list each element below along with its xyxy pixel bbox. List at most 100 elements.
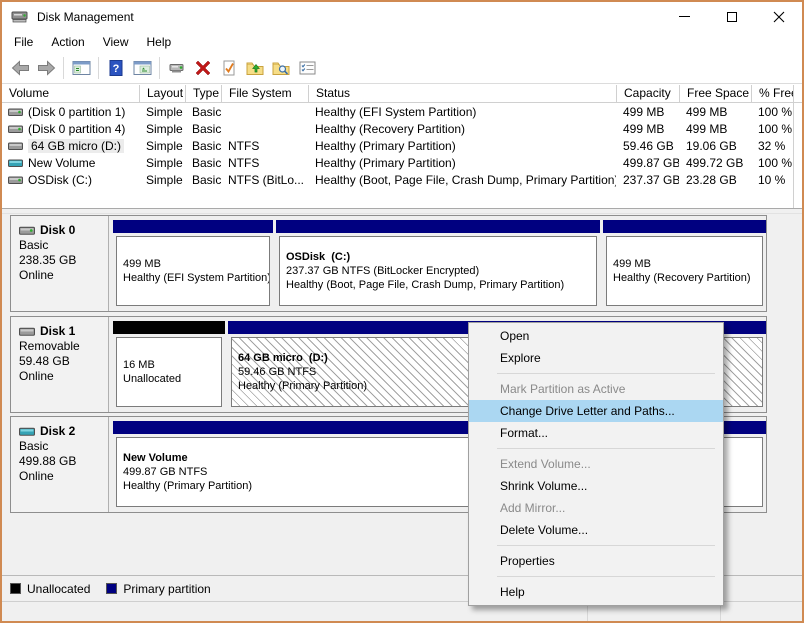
show-console-tree-button[interactable] <box>68 55 94 80</box>
capacity-cell: 237.37 GB <box>623 172 679 187</box>
help-icon: ? <box>109 59 123 76</box>
menu-item-delete-volume[interactable]: Delete Volume... <box>469 519 723 541</box>
volume-cell: New Volume <box>2 156 139 170</box>
menu-item-add-mirror: Add Mirror... <box>500 501 566 515</box>
minimize-button[interactable] <box>661 2 708 31</box>
partition-unallocated[interactable]: 16 MB Unallocated <box>113 321 225 408</box>
menu-item-help[interactable]: Help <box>469 581 723 603</box>
disk-size: 499.88 GB <box>19 454 77 468</box>
back-button[interactable] <box>7 55 33 80</box>
column-header-file-system[interactable]: File System <box>221 85 308 103</box>
partition-status: Healthy (EFI System Partition) <box>123 272 270 284</box>
column-header-free[interactable]: % Free <box>751 85 793 103</box>
table-row[interactable]: New Volume Simple Basic NTFS Healthy (Primar… <box>2 154 802 171</box>
delete-volume-button[interactable] <box>190 55 216 80</box>
toolbar-separator <box>159 56 160 79</box>
legend-swatch <box>106 583 118 594</box>
table-row[interactable]: (Disk 0 partition 4) Simple Basic Healthy (… <box>2 120 802 137</box>
legend-swatch <box>10 583 21 594</box>
menu-item-change-drive-letter-and-paths[interactable]: Change Drive Letter and Paths... <box>469 400 723 422</box>
menu-help[interactable]: Help <box>138 33 181 51</box>
status-cell: Healthy (EFI System Partition) <box>315 104 477 119</box>
column-header-layout[interactable]: Layout <box>139 85 185 103</box>
free-space-cell: 499 MB <box>686 121 728 136</box>
disk-management-app-icon <box>11 11 28 22</box>
table-end-divider <box>793 85 794 208</box>
disk-label-panel[interactable]: Disk 0 Basic 238.35 GB Online <box>11 216 109 311</box>
menu-separator <box>497 545 715 546</box>
table-row[interactable]: 64 GB micro (D:) Simple Basic NTFS Healthy (… <box>2 137 802 154</box>
disk-state: Online <box>19 369 54 383</box>
status-cell: Healthy (Recovery Partition) <box>315 121 466 136</box>
file-system-cell: NTFS <box>228 155 260 170</box>
status-cell: Healthy (Primary Partition) <box>315 138 456 153</box>
menu-separator <box>497 373 715 374</box>
window-controls <box>661 2 802 31</box>
disk-label-panel[interactable]: Disk 2 Basic 499.88 GB Online <box>11 417 109 512</box>
partition-type-band <box>113 321 225 334</box>
status-bar-separator <box>587 605 588 621</box>
column-header-volume[interactable]: Volume <box>2 85 139 103</box>
properties-button[interactable] <box>294 55 320 80</box>
close-icon <box>773 11 784 22</box>
partition-size: 16 MB <box>123 359 155 371</box>
table-row[interactable]: (Disk 0 partition 1) Simple Basic Healthy (… <box>2 103 802 120</box>
column-header-capacity[interactable]: Capacity <box>616 85 679 103</box>
menu-item-properties[interactable]: Properties <box>469 550 723 572</box>
capacity-cell: 499.87 GB <box>623 155 679 170</box>
legend-item-primary-partition: Primary partition <box>106 582 211 596</box>
mark-active-button[interactable] <box>216 55 242 80</box>
drive-green-icon <box>19 226 35 235</box>
explore-folder-icon <box>272 62 290 75</box>
volume-name: OSDisk (C:) <box>28 172 92 187</box>
refresh-device-button[interactable] <box>164 55 190 80</box>
menu-view[interactable]: View <box>94 33 138 51</box>
drive-green-icon <box>8 176 23 184</box>
show-action-pane-button[interactable] <box>129 55 155 80</box>
maximize-button[interactable] <box>708 2 755 31</box>
menu-bar: File Action View Help <box>2 31 802 52</box>
partition-osdisk-c[interactable]: OSDisk (C:) 237.37 GB NTFS (BitLocker Enc… <box>276 220 600 307</box>
drive-gray-icon <box>8 142 23 150</box>
menu-item-format[interactable]: Format... <box>469 422 723 444</box>
status-cell: Healthy (Primary Partition) <box>315 155 456 170</box>
menu-item-shrink-volume[interactable]: Shrink Volume... <box>469 475 723 497</box>
drive-gray-icon <box>19 327 35 336</box>
partition-status: Healthy (Recovery Partition) <box>613 272 751 284</box>
file-system-cell: NTFS (BitLo... <box>228 172 305 187</box>
window-title: Disk Management <box>37 9 134 24</box>
volume-cell: (Disk 0 partition 4) <box>2 122 139 136</box>
disk-size: 238.35 GB <box>19 253 77 267</box>
disk-size: 59.48 GB <box>19 354 70 368</box>
back-icon <box>11 59 29 76</box>
device-icon <box>169 63 183 72</box>
column-header-filler[interactable] <box>793 85 802 103</box>
menu-action[interactable]: Action <box>42 33 93 51</box>
type-cell: Basic <box>192 121 221 136</box>
menu-file[interactable]: File <box>5 33 42 51</box>
open-button[interactable] <box>242 55 268 80</box>
close-button[interactable] <box>755 2 802 31</box>
forward-button[interactable] <box>33 55 59 80</box>
explore-button[interactable] <box>268 55 294 80</box>
properties-icon <box>299 61 315 74</box>
menu-item-explore[interactable]: Explore <box>469 347 723 369</box>
partition-healthy-recovery-partition[interactable]: 499 MB Healthy (Recovery Partition) <box>603 220 766 307</box>
partition-type-band <box>603 220 766 233</box>
partition-size: 499 MB <box>613 258 651 270</box>
capacity-cell: 59.46 GB <box>623 138 674 153</box>
column-header-free-space[interactable]: Free Space <box>679 85 751 103</box>
menu-item-mark-partition-as-active: Mark Partition as Active <box>500 382 626 396</box>
file-system-cell: NTFS <box>228 138 260 153</box>
column-header-type[interactable]: Type <box>185 85 221 103</box>
partition-size: 499 MB <box>123 258 161 270</box>
menu-item-open[interactable]: Open <box>469 325 723 347</box>
partition-healthy-efi-system-partition[interactable]: 499 MB Healthy (EFI System Partition) <box>113 220 273 307</box>
column-header-status[interactable]: Status <box>308 85 616 103</box>
table-row[interactable]: OSDisk (C:) Simple Basic NTFS (BitLo... Heal… <box>2 171 802 188</box>
help-button[interactable]: ? <box>103 55 129 80</box>
volume-name: New Volume <box>28 155 96 170</box>
disk-label-panel[interactable]: Disk 1 Removable 59.48 GB Online <box>11 317 109 412</box>
type-cell: Basic <box>192 104 221 119</box>
type-cell: Basic <box>192 155 221 170</box>
